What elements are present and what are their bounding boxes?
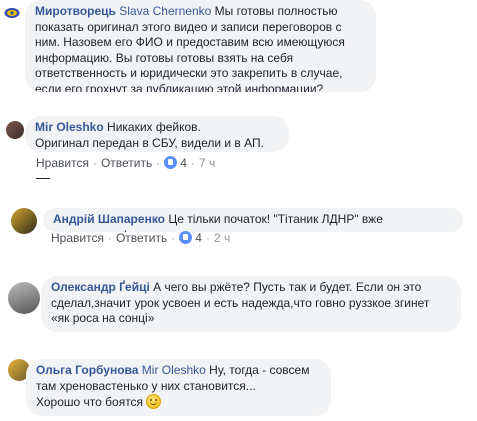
- like-link[interactable]: Нравится: [36, 156, 89, 170]
- avatar[interactable]: [11, 208, 37, 234]
- comment-text: Оригинал передан в СБУ, видели и в АП.: [35, 135, 264, 150]
- comment-bubble: Миротворець Slava Chernenko Мы готовы по…: [25, 0, 376, 92]
- comment-bubble: Андрій Шапаренко Це тільки початок! "Тіт…: [43, 208, 463, 232]
- comment-author[interactable]: Mir Oleshko: [35, 120, 104, 134]
- like-badge-icon[interactable]: [164, 156, 178, 169]
- comment-bubble: Mir Oleshko Никаких фейков. Оригинал пер…: [25, 116, 289, 152]
- comment-mention[interactable]: Slava Chernenko: [119, 4, 211, 18]
- comment-time[interactable]: 2 ч: [214, 231, 230, 245]
- comment-time[interactable]: 7 ч: [199, 156, 215, 170]
- smile-emoji-icon: [146, 394, 162, 409]
- comment-author[interactable]: Андрій Шапаренко: [53, 212, 165, 226]
- comment-text: Хорошо что боятся: [36, 395, 144, 409]
- comment-bubble: Олександр Ґейці А чего вы ржёте? Пусть т…: [41, 276, 461, 332]
- reply-link[interactable]: Ответить: [101, 156, 152, 170]
- reply-link[interactable]: Ответить: [116, 231, 167, 245]
- like-badge-icon[interactable]: [179, 231, 193, 244]
- avatar[interactable]: [8, 282, 40, 314]
- avatar[interactable]: [4, 5, 20, 21]
- comment-bubble: Ольга Горбунова Mir Oleshko Ну, тогда - …: [26, 359, 331, 416]
- like-count[interactable]: 4: [195, 231, 202, 245]
- comment-author[interactable]: Ольга Горбунова: [36, 363, 138, 377]
- comment-actions: Нравится · Ответить · 4 · 7 ч: [36, 156, 216, 170]
- comment-author[interactable]: Миротворець: [35, 4, 116, 18]
- myrotvorets-logo-icon: [4, 8, 20, 18]
- like-count[interactable]: 4: [180, 156, 187, 170]
- avatar[interactable]: [6, 121, 24, 139]
- comment-author[interactable]: Олександр Ґейці: [51, 280, 150, 294]
- thread-divider: [36, 178, 50, 179]
- comment-actions: Нравится · Ответить · 4 · 2 ч: [51, 231, 231, 245]
- like-link[interactable]: Нравится: [51, 231, 104, 245]
- comment-text: Никаких фейков.: [107, 120, 201, 134]
- comment-mention[interactable]: Mir Oleshko: [142, 363, 206, 377]
